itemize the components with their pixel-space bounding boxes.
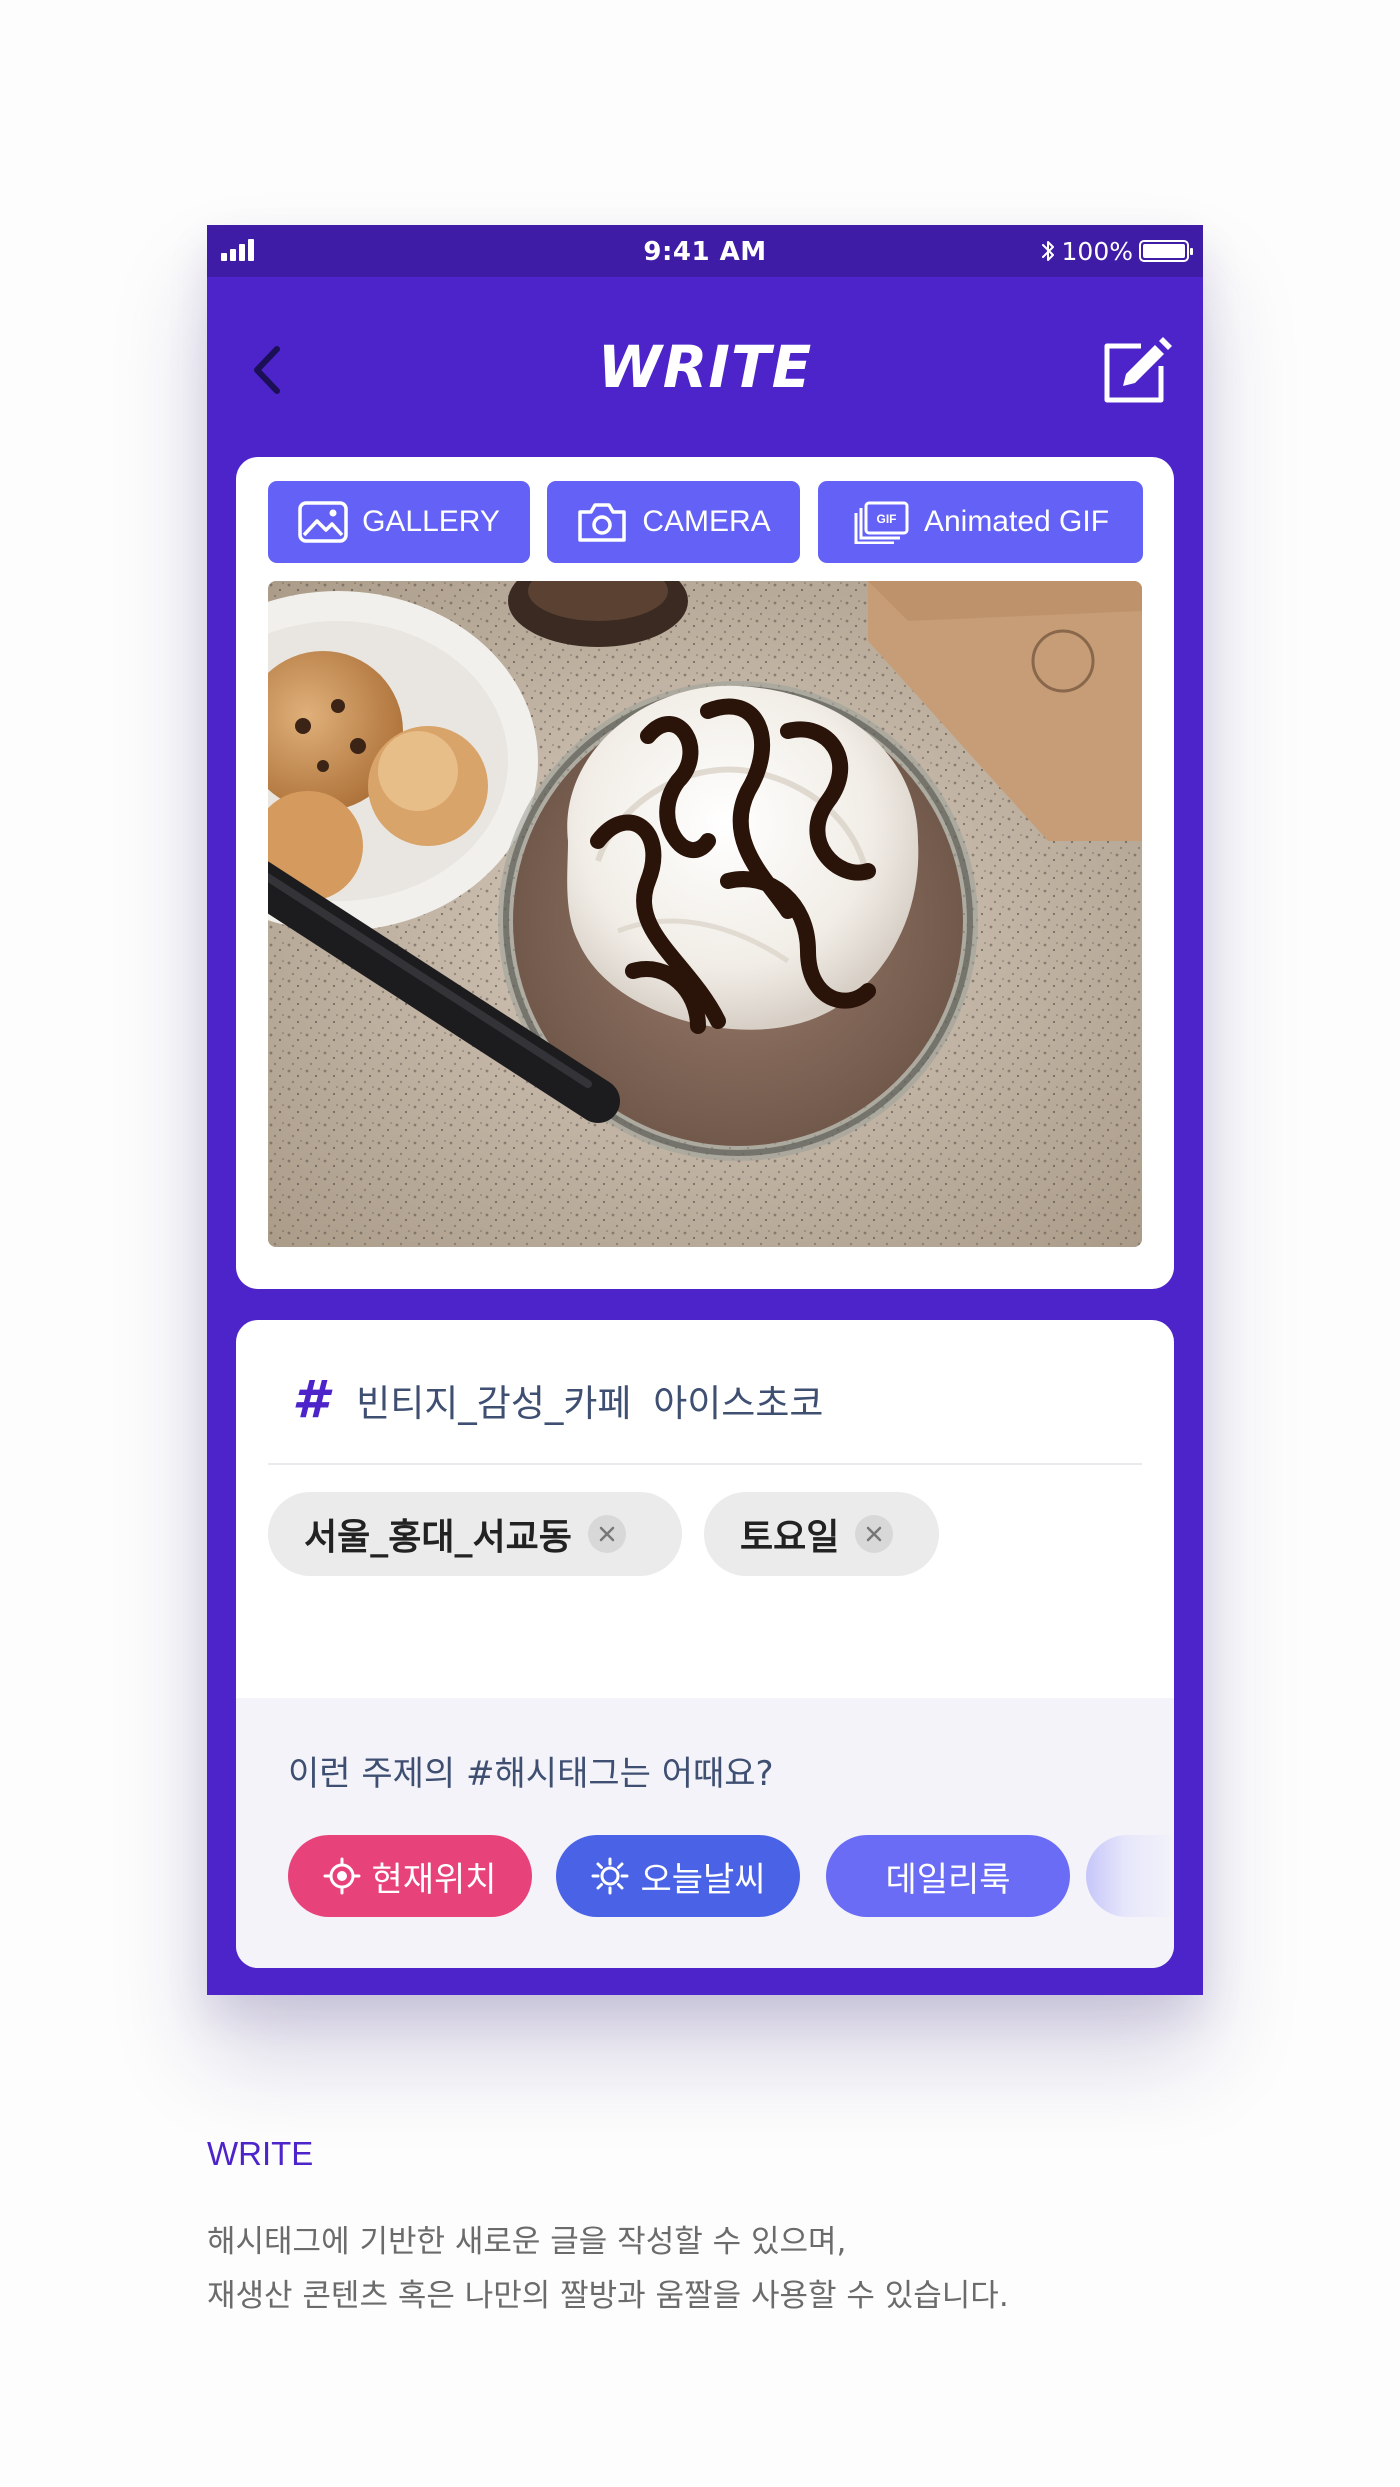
suggestion-chip-label: 현재위치	[371, 1859, 497, 1900]
location-target-icon	[323, 1857, 361, 1895]
hashtag-card: # 빈티지_감성_카페 아이스초코 서울_홍대_서교동 토요일 이런 주제의 #…	[236, 1320, 1174, 1968]
selected-photo[interactable]	[268, 581, 1142, 1247]
camera-icon	[578, 503, 627, 542]
caption-line: 재생산 콘텐츠 혹은 나만의 짤방과 움짤을 사용할 수 있습니다.	[207, 2278, 1009, 2314]
suggestion-chip-label: 데일리룩	[885, 1859, 1011, 1900]
hashtag-input-value: 빈티지_감성_카페 아이스초코	[356, 1382, 824, 1425]
camera-label: CAMERA	[642, 505, 771, 538]
remove-tag-button[interactable]	[855, 1515, 894, 1553]
edit-button[interactable]	[1093, 330, 1173, 410]
battery-icon	[1139, 240, 1193, 262]
tag-chip-label: 토요일	[740, 1517, 840, 1558]
phone-frame: 9:41 AM 100% WRITE GALLERY CAMERA GIF An…	[207, 225, 1203, 1995]
gif-icon: GIF	[854, 501, 909, 544]
edit-icon	[1104, 337, 1172, 403]
status-right: 100%	[1040, 236, 1193, 266]
photo-image	[268, 581, 1142, 1247]
suggestion-chip-weather[interactable]: 오늘날씨	[556, 1835, 800, 1917]
tag-chip[interactable]: 토요일	[704, 1492, 939, 1576]
suggestion-chip-overflow[interactable]	[1086, 1835, 1174, 1917]
caption-body: 해시태그에 기반한 새로운 글을 작성할 수 있으며, 재생산 콘텐츠 혹은 나…	[207, 2215, 1009, 2323]
gallery-button[interactable]: GALLERY	[268, 481, 530, 563]
page-title: WRITE	[597, 333, 813, 401]
hashtag-input[interactable]: # 빈티지_감성_카페 아이스초코	[292, 1362, 823, 1438]
bluetooth-icon	[1041, 241, 1054, 261]
suggestion-chip-dailylook[interactable]: 데일리룩	[826, 1835, 1070, 1917]
image-icon	[298, 501, 348, 543]
caption-title: WRITE	[207, 2135, 314, 2172]
animated-gif-label: Animated GIF	[923, 505, 1110, 538]
tag-chip[interactable]: 서울_홍대_서교동	[268, 1492, 682, 1576]
suggestion-chip-location[interactable]: 현재위치	[288, 1835, 532, 1917]
status-bar: 9:41 AM 100%	[207, 225, 1203, 277]
suggestion-chip-label: 오늘날씨	[640, 1859, 766, 1900]
gallery-label: GALLERY	[362, 505, 500, 538]
tag-chip-label: 서울_홍대_서교동	[304, 1517, 572, 1558]
close-icon	[599, 1526, 615, 1542]
battery-percent: 100%	[1061, 236, 1133, 266]
camera-button[interactable]: CAMERA	[547, 481, 800, 563]
close-icon	[867, 1526, 882, 1542]
media-card: GALLERY CAMERA GIF Animated GIF	[236, 457, 1174, 1289]
suggestions-title: 이런 주제의 #해시태그는 어때요?	[288, 1754, 774, 1794]
caption-line: 해시태그에 기반한 새로운 글을 작성할 수 있으며,	[207, 2224, 847, 2260]
remove-tag-button[interactable]	[587, 1515, 626, 1553]
animated-gif-button[interactable]: GIF Animated GIF	[818, 481, 1143, 563]
svg-text:GIF: GIF	[876, 512, 896, 526]
hashtag-suggestions: 이런 주제의 #해시태그는 어때요? 현재위치 오늘날씨 데일리룩	[236, 1698, 1174, 1968]
hash-icon: #	[292, 1370, 329, 1430]
hashtag-divider	[268, 1463, 1142, 1465]
sun-icon	[591, 1857, 629, 1895]
